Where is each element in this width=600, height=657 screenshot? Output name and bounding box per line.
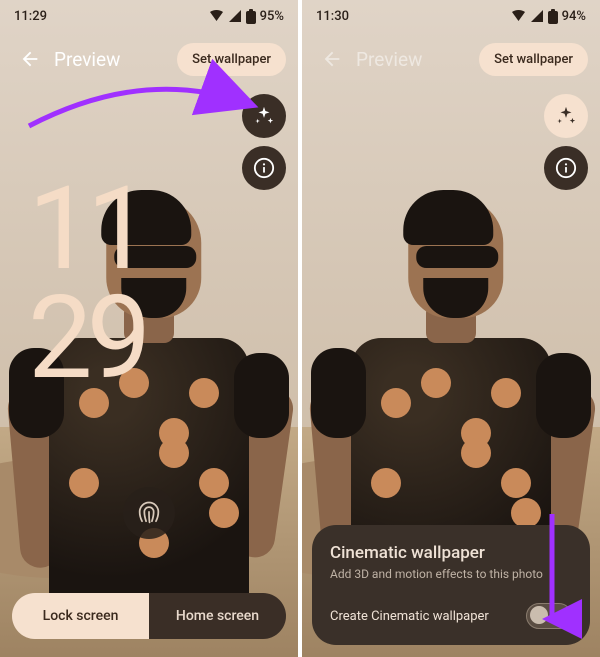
- page-title: Preview: [356, 48, 422, 71]
- set-wallpaper-button[interactable]: Set wallpaper: [479, 43, 588, 76]
- status-icons: 94%: [511, 9, 586, 24]
- fingerprint-button[interactable]: [123, 487, 175, 539]
- signal-icon: [228, 10, 242, 22]
- tab-lock-screen[interactable]: Lock screen: [12, 593, 149, 639]
- status-time: 11:29: [14, 9, 47, 24]
- status-bar: 11:29 95%: [0, 0, 298, 32]
- battery-icon: [548, 9, 558, 24]
- clock-hours: 11: [28, 175, 145, 284]
- info-button[interactable]: [242, 146, 286, 190]
- phone-left: 11:29 95% Preview Set wallpaper 11 29 Lo…: [0, 0, 298, 657]
- tab-home-screen[interactable]: Home screen: [149, 593, 286, 639]
- info-icon: [253, 157, 275, 179]
- annotation-arrow: [24, 56, 262, 136]
- status-bar: 11:30 94%: [302, 0, 600, 32]
- status-battery-pct: 94%: [562, 9, 586, 24]
- effects-button[interactable]: [544, 94, 588, 138]
- status-time: 11:30: [316, 9, 349, 24]
- preview-tabs: Lock screen Home screen: [12, 593, 286, 639]
- appbar: Preview Set wallpaper: [302, 32, 600, 86]
- lockscreen-clock: 11 29: [28, 175, 145, 394]
- back-button[interactable]: [314, 41, 350, 77]
- sparkle-icon: [555, 105, 577, 127]
- status-icons: 95%: [209, 9, 284, 24]
- wifi-icon: [209, 10, 224, 22]
- info-button[interactable]: [544, 146, 588, 190]
- fingerprint-icon: [135, 499, 163, 527]
- status-battery-pct: 95%: [260, 9, 284, 24]
- signal-icon: [530, 10, 544, 22]
- wifi-icon: [511, 10, 526, 22]
- back-arrow-icon: [321, 48, 343, 70]
- clock-minutes: 29: [28, 284, 145, 393]
- phone-right: 11:30 94% Preview Set wallpaper Cinemati…: [302, 0, 600, 657]
- info-icon: [555, 157, 577, 179]
- annotation-arrow: [522, 509, 582, 639]
- battery-icon: [246, 9, 256, 24]
- toggle-label: Create Cinematic wallpaper: [330, 609, 489, 624]
